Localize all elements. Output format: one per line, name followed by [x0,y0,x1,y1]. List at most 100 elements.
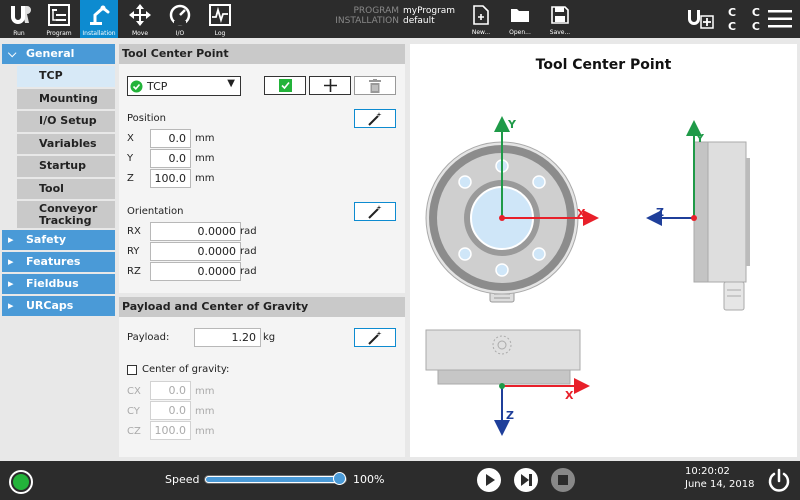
sidebar-item-label: TCP [39,69,63,82]
hamburger-menu-icon[interactable] [768,9,792,29]
position-z-unit: mm [195,173,215,184]
speed-slider-thumb[interactable] [333,472,346,485]
nav-io-label: I/O [175,30,185,37]
cog-cz-label: CZ [127,426,141,437]
position-y-field[interactable]: 0.0 [150,149,191,168]
sidebar-item-tcp[interactable]: TCP [17,66,115,87]
top-x-label: X [565,389,574,402]
sidebar-item-variables[interactable]: Variables [17,133,115,154]
position-z-label: Z [127,173,134,184]
ur-plus-icon[interactable] [686,8,714,30]
installation-sidebar: ⌵ General TCP Mounting I/O Setup Variabl… [0,42,117,318]
sidebar-item-startup[interactable]: Startup [17,156,115,177]
speed-slider-fill [206,477,339,482]
chevron-down-icon: ⌵ [8,47,17,60]
sidebar-section-features[interactable]: ▸ Features [2,252,115,272]
position-z-field[interactable]: 100.0 [150,169,191,188]
orientation-ry-unit: rad [240,246,257,257]
cog-cy-label: CY [127,406,140,417]
delete-tcp-button[interactable] [354,76,396,95]
chevron-right-icon: ▸ [8,255,14,268]
nav-log-button[interactable]: Log [201,0,239,38]
speed-label: Speed [165,473,200,486]
cog-label: Center of gravity: [142,364,230,375]
io-gauge-icon [169,4,191,26]
orientation-rx-unit: rad [240,226,257,237]
new-file-button[interactable]: New... [463,2,499,38]
tcp-select[interactable]: TCP ▼ [127,76,241,96]
magic-wand-icon [368,205,382,219]
add-tcp-button[interactable] [309,76,351,95]
stop-button[interactable] [551,468,575,492]
sidebar-item-label: Tool [39,181,64,195]
chevron-right-icon: ▸ [8,277,14,290]
open-file-label: Open... [509,29,531,36]
sidebar-item-io-setup[interactable]: I/O Setup [17,111,115,132]
cc-indicator-bottom: C C [728,20,766,33]
check-box-icon [278,79,292,92]
cc-indicator: C C C C [728,6,766,34]
sidebar-section-safety[interactable]: ▸ Safety [2,230,115,250]
orientation-ry-field[interactable]: 0.0000 [150,242,241,261]
sidebar-item-mounting[interactable]: Mounting [17,88,115,109]
power-status-button[interactable] [9,470,33,494]
power-status-indicator [13,474,29,490]
nav-program-button[interactable]: Program [40,0,78,38]
sidebar-item-conveyor-tracking[interactable]: Conveyor Tracking [17,201,115,228]
nav-installation-button[interactable]: Installation [80,0,118,38]
orientation-rz-field[interactable]: 0.0000 [150,262,241,281]
cog-cy-unit: mm [195,406,215,417]
flange-side-view [693,141,750,311]
cog-checkbox[interactable] [127,365,137,375]
cog-cy-field: 0.0 [150,401,191,420]
cc-indicator-top: C C [728,6,766,19]
payload-field[interactable]: 1.20 [194,328,261,347]
sidebar-section-label: Features [26,255,81,268]
payload-wizard-button[interactable] [354,328,396,347]
set-default-tcp-button[interactable] [264,76,306,95]
front-x-label: X [577,207,586,220]
sidebar-item-label: Variables [39,136,97,150]
tcp-panel-title: Tool Center Point [119,44,405,64]
sidebar-item-label: Mounting [39,91,98,105]
position-label: Position [127,113,166,124]
side-z-label: Z [656,206,664,219]
ur-logo-icon [11,6,31,24]
save-file-button[interactable]: Save... [542,2,578,38]
step-forward-icon [521,474,532,486]
nav-run-button[interactable]: Run [0,0,38,38]
play-icon [486,474,495,486]
magic-wand-icon [368,112,382,126]
sidebar-section-urcaps[interactable]: ▸ URCaps [2,296,115,316]
step-button[interactable] [514,468,538,492]
orientation-wizard-button[interactable] [354,202,396,221]
sidebar-item-tool[interactable]: Tool [17,178,115,199]
new-file-label: New... [471,29,491,36]
payload-label: Payload: [127,332,170,343]
speed-slider[interactable] [204,472,347,485]
position-x-unit: mm [195,133,215,144]
position-wizard-button[interactable] [354,109,396,128]
nav-io-button[interactable]: I/O [161,0,199,38]
robot-arm-icon [90,5,110,25]
play-button[interactable] [477,468,501,492]
cog-cx-label: CX [127,386,141,397]
orientation-label: Orientation [127,206,184,217]
sidebar-section-general[interactable]: ⌵ General [2,44,115,64]
open-file-button[interactable]: Open... [502,2,538,38]
magic-wand-icon [368,331,382,345]
installation-name: default [403,16,435,26]
bottom-bar: Speed 100% 10:20:02 June 14, 2018 [0,461,800,500]
sidebar-section-fieldbus[interactable]: ▸ Fieldbus [2,274,115,294]
sidebar-item-label: I/O Setup [39,114,97,127]
flange-top-view [425,329,581,385]
position-x-field[interactable]: 0.0 [150,129,191,148]
program-icon [48,4,70,26]
sidebar-section-label: Safety [26,233,67,246]
installation-key: INSTALLATION [335,16,399,26]
power-off-icon[interactable] [767,468,791,494]
orientation-rx-field[interactable]: 0.0000 [150,222,241,241]
nav-move-button[interactable]: Move [121,0,159,38]
sidebar-section-label: URCaps [26,299,74,312]
position-x-label: X [127,133,134,144]
